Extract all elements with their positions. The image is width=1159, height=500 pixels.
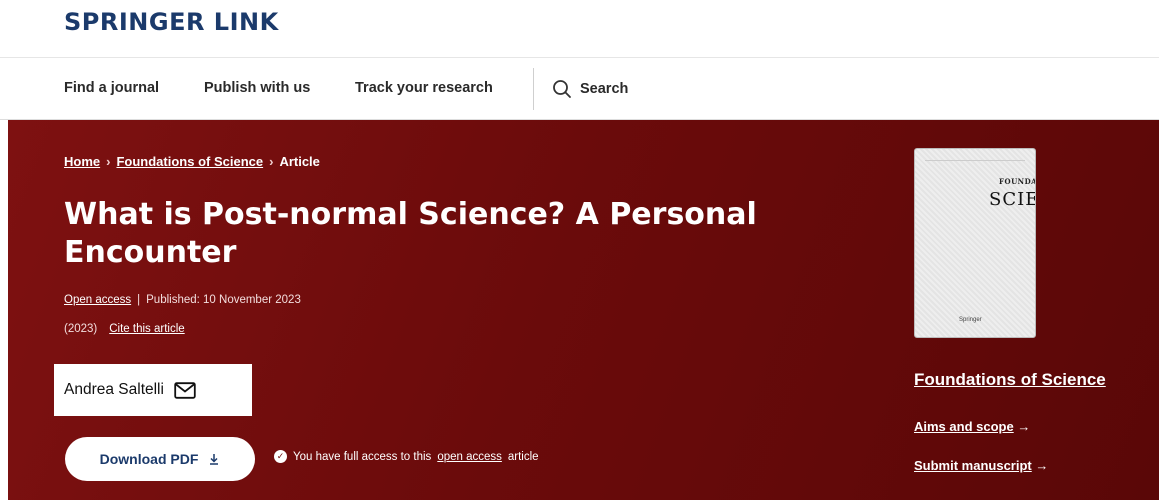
article-meta: Open access | Published: 10 November 202… — [64, 294, 301, 306]
access-suffix: article — [507, 450, 539, 463]
springer-link-logo[interactable]: SPRINGER LINK — [64, 8, 279, 36]
article-title: What is Post-normal Science? A Personal … — [64, 197, 757, 270]
mail-icon[interactable] — [174, 381, 196, 399]
author-name[interactable]: Andrea Saltelli — [64, 381, 164, 399]
nav-find-a-journal[interactable]: Find a journal — [64, 80, 159, 96]
main-nav: Find a journal Publish with us Track you… — [0, 58, 1159, 120]
cover-top-rule — [925, 155, 1025, 161]
check-circle-icon: ✓ — [274, 450, 287, 463]
download-icon — [210, 454, 219, 465]
download-pdf-label: Download PDF — [99, 451, 199, 467]
submit-manuscript-link[interactable]: Submit manuscript → — [914, 458, 1048, 473]
access-open-access-link[interactable]: open access — [437, 451, 502, 463]
meta-separator: | — [137, 294, 141, 306]
submit-manuscript-label: Submit manuscript — [914, 458, 1032, 473]
aims-and-scope-label: Aims and scope — [914, 419, 1014, 434]
cover-title-big: SCIENCE — [989, 189, 1035, 210]
cite-this-article-link[interactable]: Cite this article — [109, 323, 184, 335]
article-hero: Home › Foundations of Science › Article … — [8, 120, 1159, 500]
search-button[interactable]: Search — [552, 74, 628, 104]
open-access-link[interactable]: Open access — [64, 294, 131, 306]
breadcrumb-separator: › — [106, 154, 111, 169]
breadcrumb-separator: › — [269, 154, 274, 169]
arrow-right-icon: → — [1017, 419, 1031, 434]
nav-publish-with-us[interactable]: Publish with us — [204, 80, 310, 96]
access-notice: ✓ You have full access to this open acce… — [274, 450, 539, 463]
download-pdf-button[interactable]: Download PDF — [65, 437, 255, 481]
access-prefix: You have full access to this — [293, 450, 432, 463]
arrow-right-icon: → — [1035, 458, 1049, 473]
article-year: (2023) — [64, 323, 98, 335]
search-label: Search — [580, 81, 629, 97]
breadcrumb-home[interactable]: Home — [64, 154, 100, 169]
journal-name-link[interactable]: Foundations of Science — [914, 370, 1106, 390]
journal-cover-image[interactable]: FOUNDATIONS SCIENCE Springer — [914, 148, 1036, 338]
cover-title-small: FOUNDATIONS — [999, 177, 1035, 186]
breadcrumb-current: Article — [279, 154, 320, 169]
aims-and-scope-link[interactable]: Aims and scope → — [914, 419, 1030, 434]
nav-divider — [533, 68, 534, 110]
nav-track-your-research[interactable]: Track your research — [355, 80, 493, 96]
breadcrumb-journal[interactable]: Foundations of Science — [116, 154, 263, 169]
published-date: Published: 10 November 2023 — [146, 294, 301, 306]
search-icon — [553, 80, 571, 98]
breadcrumb: Home › Foundations of Science › Article — [64, 154, 320, 169]
brand-bar: SPRINGER LINK — [0, 0, 1159, 58]
article-citation-row: (2023) Cite this article — [64, 323, 185, 335]
cover-publisher: Springer — [959, 317, 982, 323]
author-box: Andrea Saltelli — [54, 364, 252, 416]
